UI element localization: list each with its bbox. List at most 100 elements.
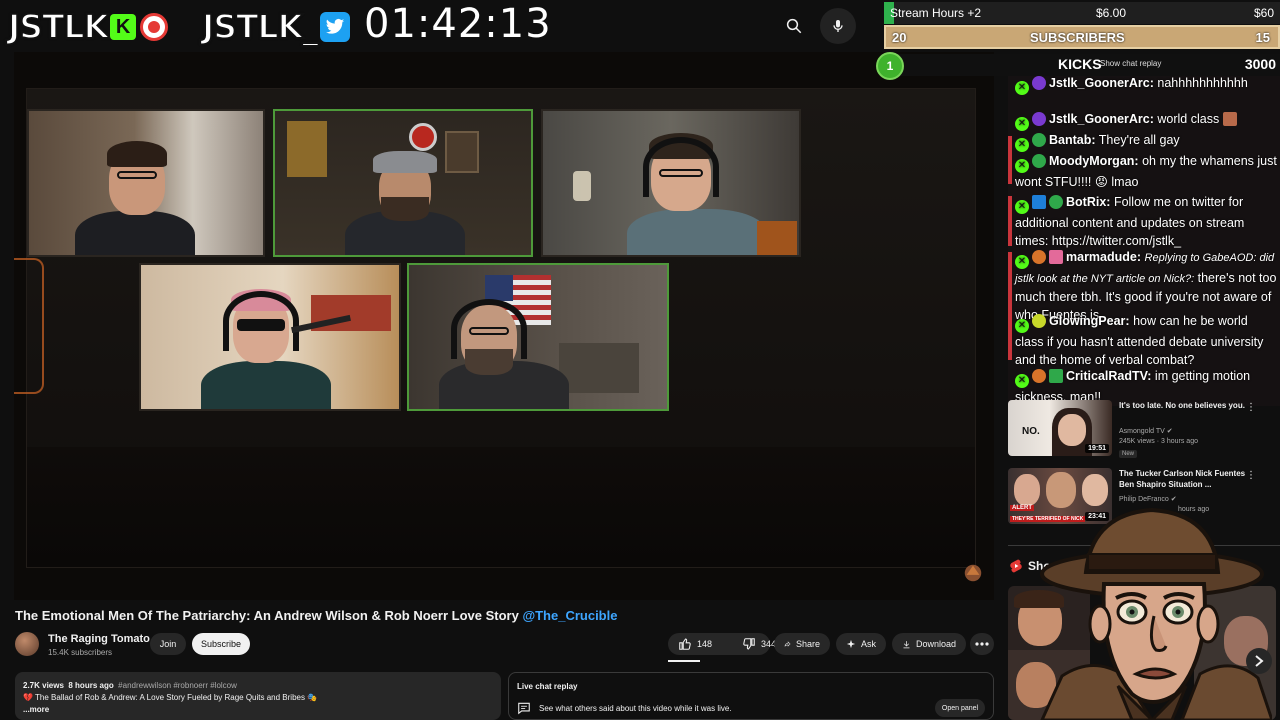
recommended-views: 245K views · 3 hours ago bbox=[1119, 438, 1198, 445]
show-chat-replay-hint[interactable]: Show chat replay bbox=[1100, 59, 1161, 68]
chat-message: ✕ Jstlk_GoonerArc: world class bbox=[1015, 110, 1277, 131]
recommended-video[interactable]: NO. 19:51 It's too late. No one believes… bbox=[1008, 400, 1280, 460]
overlay-frame-edge bbox=[14, 258, 44, 394]
thumbs-down-icon bbox=[743, 638, 755, 650]
kicks-label: KICKS bbox=[1058, 56, 1102, 72]
live-chat-replay-panel: Live chat replay See what others said ab… bbox=[508, 672, 994, 720]
video-description[interactable]: 2.7K views 8 hours ago #andrewwilson #ro… bbox=[15, 672, 501, 720]
sub-badge-icon bbox=[1032, 112, 1046, 126]
subs-label: SUBSCRIBERS bbox=[1030, 30, 1125, 45]
sub-badge-icon bbox=[1032, 314, 1046, 328]
webcam-tile bbox=[139, 263, 401, 411]
download-button[interactable]: Download bbox=[892, 633, 966, 655]
chevron-right-icon bbox=[1255, 655, 1264, 667]
like-dislike-group: 148 344 bbox=[668, 633, 776, 655]
subscribe-button[interactable]: Subscribe bbox=[192, 633, 250, 655]
channel-tag-link[interactable]: @The_Crucible bbox=[522, 608, 617, 623]
top-bar: JSTLK K JSTLK_ 01:42:13 bbox=[0, 0, 880, 52]
new-badge: New bbox=[1119, 450, 1138, 458]
kicks-goal-bar: 1 KICKS Show chat replay 3000 bbox=[876, 52, 1280, 80]
twitter-bird-icon bbox=[319, 12, 350, 42]
live-record-icon bbox=[140, 13, 169, 41]
kick-badge-icon: ✕ bbox=[1015, 255, 1029, 269]
description-line: 💔 The Ballad of Rob & Andrew: A Love Sto… bbox=[23, 693, 318, 702]
chat-message: ✕ BotRix: Follow me on twitter for additi… bbox=[1015, 195, 1245, 248]
kicks-count-badge: 1 bbox=[876, 52, 904, 80]
kick-badge-icon: ✕ bbox=[1015, 319, 1029, 333]
more-options-icon[interactable]: ⋮ bbox=[1246, 402, 1256, 413]
shorts-icon bbox=[1010, 559, 1022, 573]
search-button[interactable] bbox=[776, 8, 812, 44]
recommended-channel[interactable]: Asmongold TV ✔ bbox=[1119, 427, 1173, 435]
subs-current: 20 bbox=[892, 30, 907, 45]
webcam-tile-active bbox=[273, 109, 533, 257]
share-icon bbox=[784, 641, 791, 647]
kick-badge-icon: ✕ bbox=[1015, 200, 1029, 214]
webcam-tile bbox=[27, 109, 265, 257]
live-chat-replay-title: Live chat replay bbox=[517, 682, 578, 691]
open-panel-button[interactable]: Open panel bbox=[935, 699, 985, 717]
more-horizontal-icon bbox=[975, 642, 989, 646]
recommended-title[interactable]: It's too late. No one believes you. bbox=[1119, 400, 1253, 411]
kick-badge-icon: ✕ bbox=[1015, 374, 1029, 388]
chat-message: ✕ Jstlk_GoonerArc: nahhhhhhhhhhh bbox=[1015, 76, 1277, 95]
more-actions-button[interactable] bbox=[970, 633, 994, 655]
streamer-emote-icon bbox=[964, 564, 982, 582]
like-ratio-bar bbox=[668, 660, 700, 662]
kick-badge-icon: ✕ bbox=[1015, 117, 1029, 131]
subs-target: 15 bbox=[1255, 30, 1270, 45]
thumbs-up-icon bbox=[679, 638, 691, 650]
sub-badge-icon bbox=[1032, 76, 1046, 90]
verified-badge-icon bbox=[1049, 195, 1063, 209]
sub-badge-icon bbox=[1032, 250, 1046, 264]
channel-avatar[interactable] bbox=[15, 632, 39, 656]
chat-message: ✕ Bantab: They're all gay bbox=[1015, 131, 1277, 152]
detective-mascot-icon bbox=[1040, 507, 1272, 720]
microphone-icon bbox=[833, 20, 843, 32]
join-button[interactable]: Join bbox=[150, 633, 186, 655]
bot-badge-icon bbox=[1032, 195, 1046, 209]
gift-badge-icon bbox=[1049, 369, 1063, 383]
kick-badge-icon: ✕ bbox=[1015, 138, 1029, 152]
ask-button[interactable]: Ask bbox=[836, 633, 886, 655]
sub-badge-icon bbox=[1032, 369, 1046, 383]
video-title: The Emotional Men Of The Patriarchy: An … bbox=[15, 608, 618, 623]
gift-badge-icon bbox=[1049, 250, 1063, 264]
channel-name[interactable]: The Raging Tomato bbox=[48, 633, 150, 645]
video-thumbnail[interactable]: NO. 19:51 bbox=[1008, 400, 1112, 456]
sub-badge-icon bbox=[1032, 133, 1046, 147]
jstlk-kick-logo: JSTLK K bbox=[7, 7, 169, 47]
live-chat-replay-subtitle: See what others said about this video wh… bbox=[539, 704, 732, 713]
webcam-tile bbox=[541, 109, 801, 257]
kick-logo-icon: K bbox=[110, 14, 137, 40]
stream-hours-end: $60 bbox=[1253, 6, 1274, 20]
webcam-tile-active bbox=[407, 263, 669, 411]
jstlk-twitter-logo: JSTLK_ bbox=[201, 7, 350, 47]
kick-badge-icon: ✕ bbox=[1015, 81, 1029, 95]
emote-icon bbox=[1222, 112, 1237, 126]
recommended-channel[interactable]: Philip DeFranco ✔ bbox=[1119, 495, 1177, 503]
download-icon bbox=[903, 640, 910, 648]
recommended-title[interactable]: The Tucker Carlson Nick Fuentes Ben Shap… bbox=[1119, 468, 1253, 490]
hashtags[interactable]: #andrewwilson #robnoerr #lolcow bbox=[118, 681, 237, 690]
stream-hours-label: Stream Hours +2 bbox=[890, 6, 982, 20]
chat-bubble-icon bbox=[518, 702, 530, 715]
like-button[interactable]: 148 bbox=[668, 633, 722, 655]
video-player[interactable] bbox=[14, 52, 994, 600]
chat-message: ✕ GlowingPear: how can he be world class … bbox=[1015, 314, 1264, 367]
share-button[interactable]: Share bbox=[774, 633, 830, 655]
kicks-value: 3000 bbox=[1244, 56, 1276, 72]
stream-timer: 01:42:13 bbox=[364, 1, 552, 47]
more-options-icon[interactable]: ⋮ bbox=[1246, 470, 1256, 481]
shorts-next-button[interactable] bbox=[1246, 648, 1272, 674]
stream-frame bbox=[26, 88, 976, 568]
search-icon bbox=[786, 18, 802, 34]
subscribers-goal-bar: 20 SUBSCRIBERS 15 bbox=[884, 25, 1280, 49]
chat-message: ✕ MoodyMorgan: oh my the whamens just won… bbox=[1015, 154, 1277, 189]
voice-search-button[interactable] bbox=[820, 8, 856, 44]
chat-overlay: ✕ Jstlk_GoonerArc: nahhhhhhhhhhh ✕ Jstlk_G… bbox=[1008, 76, 1280, 406]
stream-hours-mid: $6.00 bbox=[1096, 6, 1127, 20]
show-more-link[interactable]: ...more bbox=[23, 704, 493, 716]
subscriber-count: 15.4K subscribers bbox=[48, 648, 113, 657]
kick-badge-icon: ✕ bbox=[1015, 159, 1029, 173]
